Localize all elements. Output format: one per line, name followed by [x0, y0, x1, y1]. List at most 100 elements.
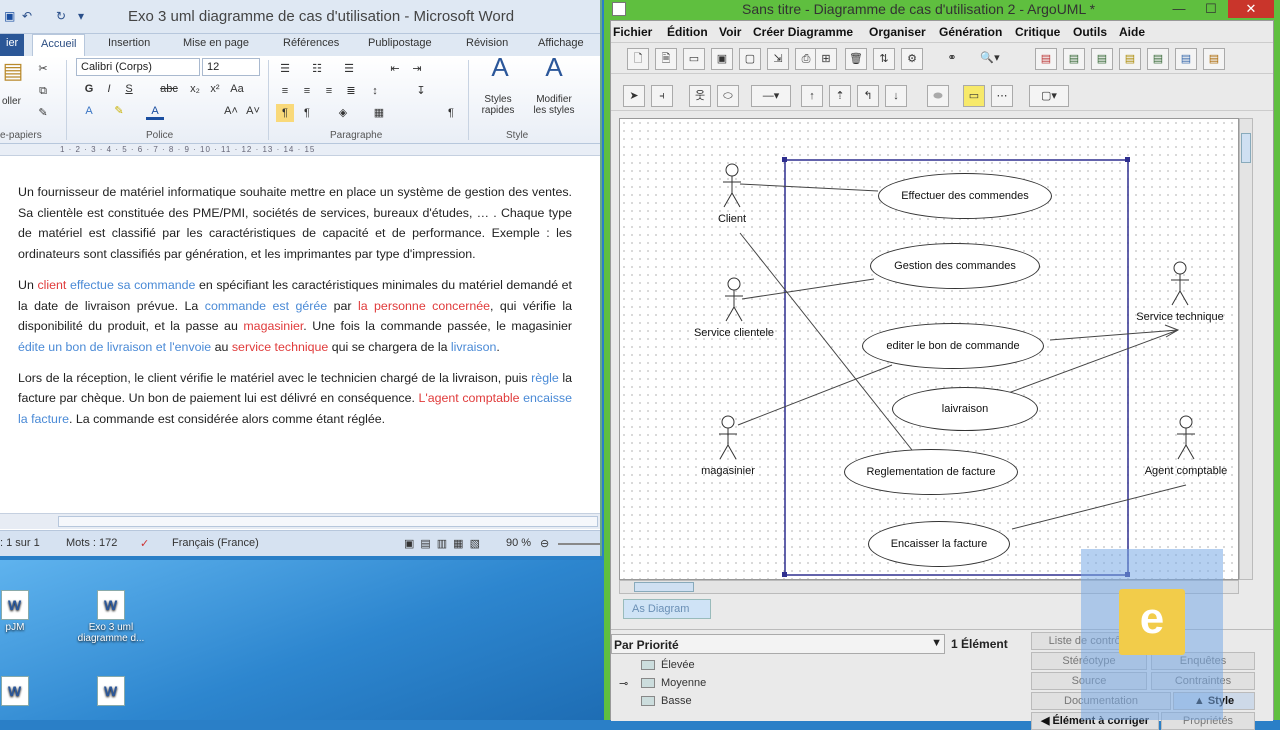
menu-voir[interactable]: Voir	[719, 25, 741, 39]
usecase-4[interactable]: laivraison	[892, 387, 1038, 431]
dependency-tool-icon[interactable]: ↑	[801, 85, 823, 107]
highlight-icon[interactable]: ✎	[110, 102, 128, 120]
decrease-indent-icon[interactable]: ⇤	[386, 60, 404, 78]
tab-insertion[interactable]: Insertion	[108, 37, 150, 49]
justify-icon[interactable]: ≣	[342, 82, 360, 100]
open-icon[interactable]: ▭	[683, 48, 705, 70]
minimize-button[interactable]: —	[1164, 0, 1194, 18]
navigate-icon[interactable]: ⇅	[873, 48, 895, 70]
tab-as-diagram[interactable]: As Diagram	[623, 599, 711, 619]
superscript-button[interactable]: x²	[206, 80, 224, 98]
actor-service-clientele[interactable]	[722, 277, 746, 323]
interface-tool-icon[interactable]: ⬬	[927, 85, 949, 107]
menu-fichier[interactable]: Fichier	[613, 25, 652, 39]
comment-link-tool-icon[interactable]: ⋯	[991, 85, 1013, 107]
zoom-out-button[interactable]: ⊖	[540, 537, 549, 550]
print-icon[interactable]: ⎙	[795, 48, 817, 70]
grow-font-button[interactable]: A˄	[222, 102, 240, 120]
tree-item-basse[interactable]: Basse	[641, 695, 692, 707]
numbering-icon[interactable]: ☷	[308, 60, 326, 78]
tab-accueil[interactable]: Accueil	[32, 34, 86, 56]
diagram-canvas[interactable]: Client Service clientele magasinier Service…	[619, 118, 1239, 580]
sequence-diagram-icon[interactable]: ▤	[1091, 48, 1113, 70]
scroll-thumb[interactable]	[58, 516, 598, 527]
comment-tool-icon[interactable]: ▭	[963, 85, 985, 107]
status-language[interactable]: Français (France)	[172, 537, 259, 549]
shrink-font-button[interactable]: A˅	[244, 102, 262, 120]
increase-indent-icon[interactable]: ⇥	[408, 60, 426, 78]
line-spacing-icon[interactable]: ↕	[366, 82, 384, 100]
usecase-2[interactable]: Gestion des commandes	[870, 243, 1040, 289]
shape-tool-icon[interactable]: ▢▾	[1029, 85, 1069, 107]
select-tool-icon[interactable]: ➤	[623, 85, 645, 107]
quick-styles-icon[interactable]: A	[484, 54, 516, 90]
paste-label[interactable]: oller	[2, 96, 21, 107]
tab-revision[interactable]: Révision	[466, 37, 508, 49]
tree-item-moyenne[interactable]: ⊸ Moyenne	[619, 677, 706, 690]
menu-aide[interactable]: Aide	[1119, 25, 1145, 39]
format-painter-icon[interactable]: ✎	[34, 104, 52, 122]
tab-file[interactable]: ier	[0, 34, 25, 56]
tab-references[interactable]: Références	[283, 37, 339, 49]
actor-agent-comptable[interactable]	[1174, 415, 1198, 461]
find-icon[interactable]: ⚭	[941, 48, 963, 70]
quick-styles-label[interactable]: Styles rapides	[474, 94, 522, 116]
multilevel-icon[interactable]: ☰	[340, 60, 358, 78]
include-tool-icon[interactable]: ↓	[885, 85, 907, 107]
cut-icon[interactable]: ✂	[34, 60, 52, 78]
status-words[interactable]: Mots : 172	[66, 537, 117, 549]
todo-sort-select[interactable]: Par Priorité ▼	[611, 634, 945, 654]
font-color-icon[interactable]: A	[146, 102, 164, 120]
tree-item-elevee[interactable]: Élevée	[641, 659, 695, 671]
redo-icon[interactable]: ↻	[56, 9, 70, 23]
spellcheck-icon[interactable]: ✓	[140, 537, 149, 550]
settings-icon[interactable]: ⚙	[901, 48, 923, 70]
chevron-down-icon[interactable]: ▼	[931, 637, 942, 649]
subscript-button[interactable]: x₂	[186, 80, 204, 98]
scroll-thumb[interactable]	[1241, 133, 1251, 163]
usecase-6[interactable]: Encaisser la facture	[868, 521, 1010, 567]
usecase-diagram-icon[interactable]: ▤	[1063, 48, 1085, 70]
actor-client[interactable]	[720, 163, 744, 209]
menu-organiser[interactable]: Organiser	[869, 25, 926, 39]
rtl-icon[interactable]: ¶	[298, 104, 316, 122]
view-buttons[interactable]: ▣▤▥▦▧	[404, 537, 486, 550]
sort-icon[interactable]: ↧	[412, 82, 430, 100]
activity-diagram-icon[interactable]: ▤	[1175, 48, 1197, 70]
align-right-icon[interactable]: ≡	[320, 82, 338, 100]
save-as-icon[interactable]: ▢	[739, 48, 761, 70]
canvas-vertical-scrollbar[interactable]	[1239, 118, 1253, 580]
collaboration-diagram-icon[interactable]: ▤	[1119, 48, 1141, 70]
deployment-diagram-icon[interactable]: ▤	[1203, 48, 1225, 70]
strikethrough-button[interactable]: abc	[160, 80, 178, 98]
menu-critique[interactable]: Critique	[1015, 25, 1060, 39]
maximize-button[interactable]: ☐	[1196, 0, 1226, 18]
word-horizontal-scrollbar[interactable]	[0, 513, 600, 529]
document-body[interactable]: Un fournisseur de matériel informatique …	[18, 182, 572, 440]
usecase-1[interactable]: Effectuer des commendes	[878, 173, 1052, 219]
text-effects-icon[interactable]: A	[80, 102, 98, 120]
menu-edition[interactable]: Édition	[667, 25, 708, 39]
italic-button[interactable]: I	[100, 80, 118, 98]
save-icon[interactable]: ▣	[711, 48, 733, 70]
align-left-icon[interactable]: ≡	[276, 82, 294, 100]
delete-icon[interactable]: 🗑	[845, 48, 867, 70]
show-marks-icon[interactable]: ¶	[442, 104, 460, 122]
usecase-3[interactable]: editer le bon de commande	[862, 323, 1044, 369]
menu-creer-diagramme[interactable]: Créer Diagramme	[753, 25, 853, 39]
expand-icon[interactable]: ⊸	[619, 677, 628, 690]
broom-tool-icon[interactable]: ⫞	[651, 85, 673, 107]
layout-icon[interactable]: ⊞	[815, 48, 837, 70]
usecase-tool-icon[interactable]: ⬭	[717, 85, 739, 107]
usecase-5[interactable]: Reglementation de facture	[844, 449, 1018, 495]
paste-icon[interactable]: ▤	[0, 60, 26, 92]
font-name-select[interactable]: Calibri (Corps)	[76, 58, 200, 76]
copy-icon[interactable]: ⧉	[34, 82, 52, 100]
underline-button[interactable]: S	[120, 80, 138, 98]
argouml-app-icon[interactable]	[612, 2, 626, 16]
borders-icon[interactable]: ▦	[370, 104, 388, 122]
export-icon[interactable]: ⇲	[767, 48, 789, 70]
class-diagram-icon[interactable]: ▤	[1035, 48, 1057, 70]
scroll-thumb[interactable]	[634, 582, 694, 592]
actor-tool-icon[interactable]: 웃	[689, 85, 711, 107]
